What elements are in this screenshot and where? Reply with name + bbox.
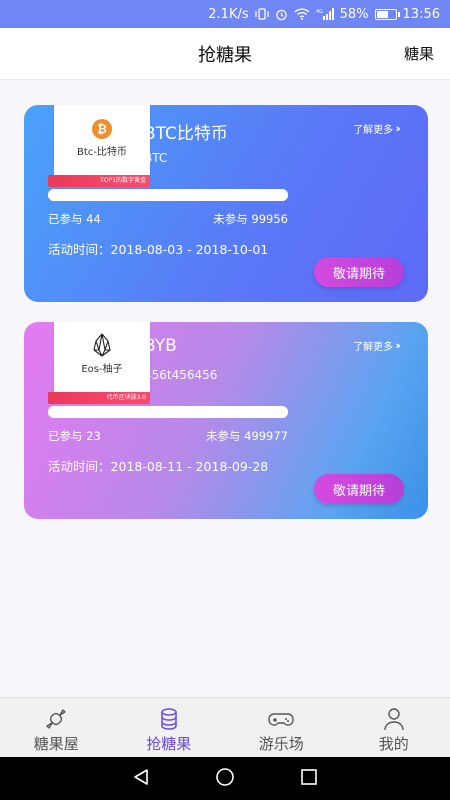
eos-icon [91,332,113,358]
coming-soon-button[interactable]: 敬请期待 [314,474,404,504]
alarm-icon [275,8,288,21]
nav-label: 抢糖果 [146,735,192,753]
thumb-name: Btc-比特币 [77,147,127,158]
system-nav-bar [0,757,450,800]
nav-label: 我的 [378,735,409,753]
learn-more-label: 了解更多 [353,342,394,353]
network-speed: 2.1K/s [208,6,249,22]
nav-item-playground[interactable]: 游乐场 [225,698,338,757]
page-header: 抢糖果 糖果 [0,28,450,80]
clock: 13:56 [402,6,440,22]
double-chevron-right-icon: ›› [395,339,401,352]
learn-more-link[interactable]: 了解更多 ›› [353,121,401,136]
thumb-name: Eos-柚子 [81,364,123,375]
candy-card-btc[interactable]: ₿ Btc-比特币 TOP1的数字黄金 BTC比特币 BTC 了解更多 ›› 已… [24,105,428,302]
learn-more-link[interactable]: 了解更多 ›› [353,338,401,353]
back-icon[interactable] [132,768,150,790]
battery-percent: 58% [339,6,369,22]
page-title: 抢糖果 [198,44,252,66]
gamepad-icon [268,706,294,732]
activity-time: 活动时间：2018-08-03 - 2018-10-01 [48,242,269,257]
database-icon [156,706,182,732]
nav-label: 糖果屋 [33,735,79,753]
signal-icon: 4G [316,8,334,20]
status-bar: 2.1K/s 4G 58% 13:56 [0,0,450,28]
double-chevron-right-icon: ›› [395,122,401,135]
candy-card-byb[interactable]: Eos-柚子 代币区块链3.0 BYB 456t456456 了解更多 ›› 已… [24,322,428,519]
nav-label: 游乐场 [258,735,304,753]
vibrate-icon [255,8,269,20]
progress-bar [48,406,288,418]
nav-item-grab-candy[interactable]: 抢糖果 [113,698,226,757]
thumb-ribbon: 代币区块链3.0 [48,392,150,404]
candy-link[interactable]: 糖果 [404,43,434,64]
joined-count: 已参与 23 [48,429,101,443]
not-joined-count: 未参与 499977 [205,429,288,443]
nav-item-mine[interactable]: 我的 [338,698,450,757]
recents-icon[interactable] [300,768,318,790]
candy-icon [43,706,69,732]
thumb-ribbon: TOP1的数字黄金 [48,175,150,187]
coin-title: BYB [144,336,177,356]
coin-thumbnail: ₿ Btc-比特币 TOP1的数字黄金 [48,105,150,187]
wifi-icon [294,8,310,20]
joined-count: 已参与 44 [48,212,101,226]
coin-title: BTC比特币 [144,124,228,144]
bitcoin-icon: ₿ [92,119,112,139]
coming-soon-button[interactable]: 敬请期待 [314,257,404,287]
learn-more-label: 了解更多 [353,125,394,136]
not-joined-count: 未参与 99956 [213,212,288,226]
home-icon[interactable] [215,767,235,791]
activity-time: 活动时间：2018-08-11 - 2018-09-28 [48,459,269,474]
coin-subtitle: 456t456456 [144,368,218,382]
user-icon [381,706,407,732]
bottom-nav: 糖果屋 抢糖果 游乐场 我的 [0,697,450,757]
progress-bar [48,189,288,201]
coin-thumbnail: Eos-柚子 代币区块链3.0 [48,322,150,404]
network-type: 4G [316,9,323,15]
nav-item-candy-house[interactable]: 糖果屋 [0,698,113,757]
battery-icon [374,8,400,20]
coin-subtitle: BTC [144,151,168,165]
